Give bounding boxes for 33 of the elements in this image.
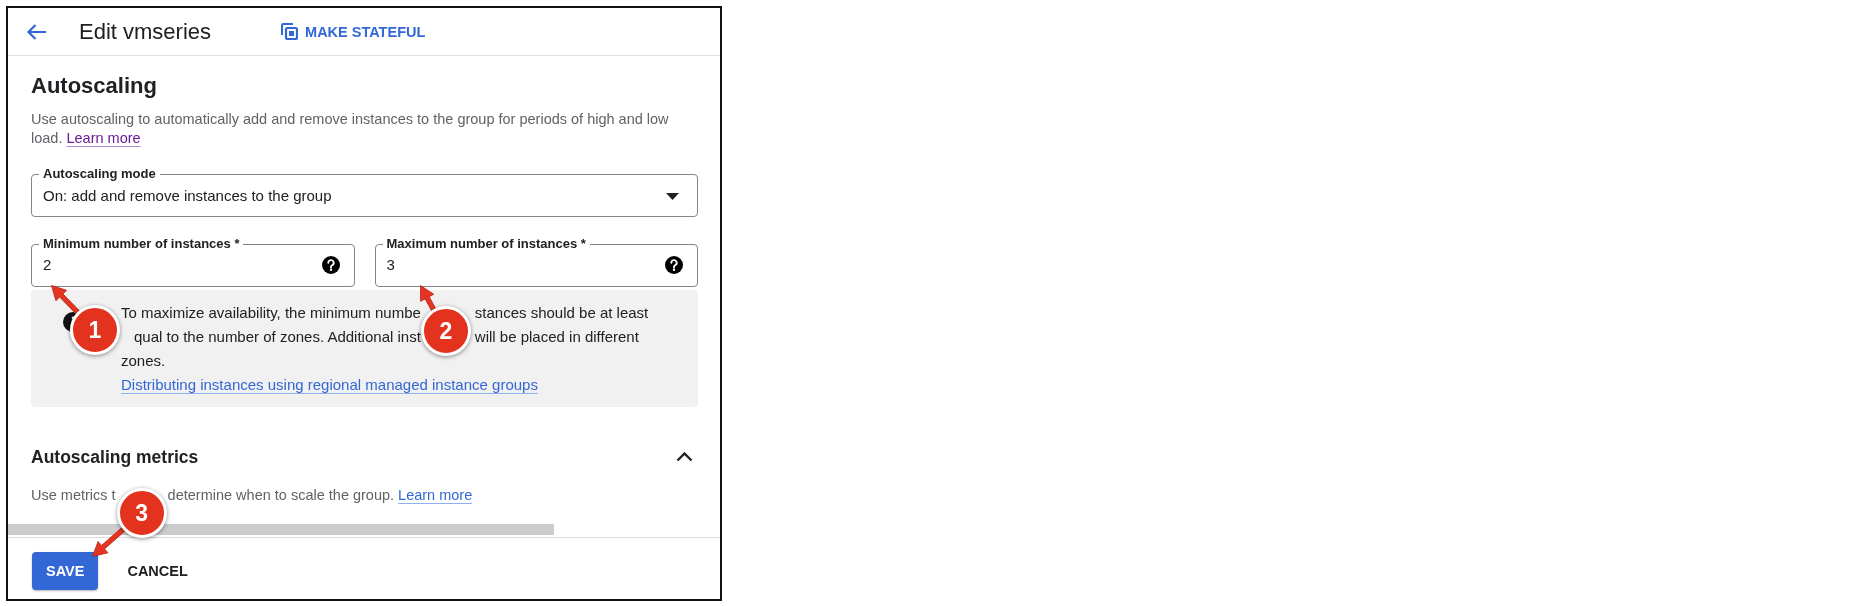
callout-arrow: [420, 284, 437, 312]
section-title: Autoscaling metrics: [31, 446, 199, 469]
make-stateful-button[interactable]: MAKE STATEFUL: [273, 17, 434, 46]
callout-arrow: [92, 526, 126, 557]
note-text: To maximize availability, the minimum numbe: [121, 303, 421, 323]
number-input-field[interactable]: Maximum number of instances * 3: [374, 236, 698, 287]
number-input-field[interactable]: Minimum number of instances * 2: [31, 236, 355, 287]
callout-marker: 1: [70, 305, 120, 355]
chevron-up-icon[interactable]: [676, 452, 693, 462]
note-text: zones.: [121, 351, 166, 371]
help-icon[interactable]: [665, 256, 683, 274]
horizontal-scrollbar[interactable]: [8, 524, 554, 535]
save-button[interactable]: SAVE: [32, 552, 99, 590]
callout-marker: 3: [116, 488, 167, 538]
cancel-button[interactable]: CANCEL: [117, 552, 198, 590]
note-text: qual to the number of zones. Additional inst: [133, 327, 421, 347]
section-title: Autoscaling: [31, 72, 158, 100]
help-icon[interactable]: [321, 256, 340, 274]
back-arrow-icon[interactable]: [26, 22, 47, 41]
docs-link[interactable]: Distributing instances using regional managed instance groups: [121, 373, 538, 397]
note-text: will be placed in different: [474, 327, 639, 347]
callout-marker: 2: [420, 306, 471, 356]
page-title: Edit vmseries: [79, 17, 212, 46]
description-text: Use metrics t: [31, 486, 116, 505]
note-text: stances should be at least: [474, 303, 649, 323]
learn-more-link[interactable]: Learn more: [66, 130, 141, 146]
caret-down-icon[interactable]: [666, 192, 679, 200]
learn-more-link[interactable]: Learn more: [398, 485, 473, 505]
description-text: determine when to scale the group.: [167, 486, 395, 505]
dropdown-select[interactable]: Autoscaling mode On: add and remove instances to the group: [31, 166, 698, 217]
callout-arrow: [50, 284, 81, 315]
section-description: Use autoscaling to automatically add and remove instances to the group for periods of high and low load. Learn more: [31, 110, 670, 148]
stacked-squares-icon: [281, 23, 299, 40]
